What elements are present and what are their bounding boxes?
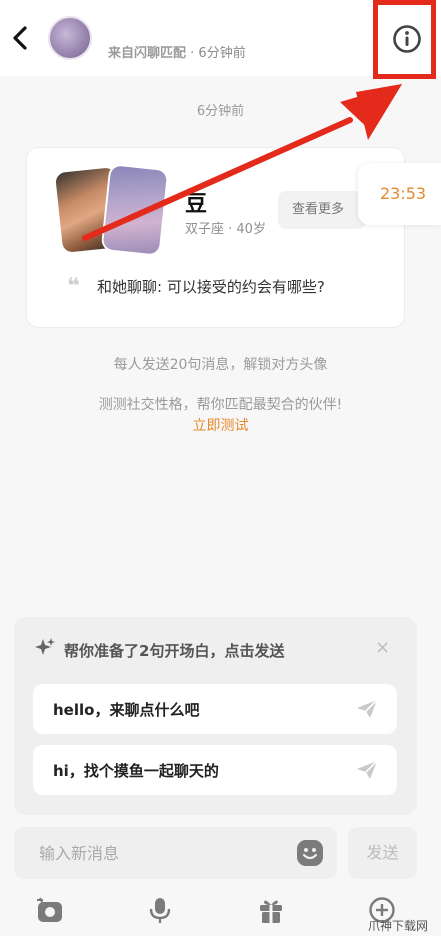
topic-question[interactable]: 和她聊聊: 可以接受的约会有哪些? xyxy=(97,276,325,297)
opener-panel: 帮你准备了2句开场白，点击发送 × hello，来聊点什么吧 hi，找个摸鱼一起… xyxy=(14,617,417,815)
watermark: 爪神下载网 xyxy=(368,919,429,933)
message-input[interactable] xyxy=(14,827,337,879)
source-label: 来自闪聊匹配 xyxy=(108,46,187,61)
suggestion-text: hi，找个摸鱼一起聊天的 xyxy=(53,762,219,780)
send-plane-icon[interactable] xyxy=(355,698,379,720)
emoji-icon[interactable] xyxy=(296,839,324,867)
suggestion-item[interactable]: hi，找个摸鱼一起聊天的 xyxy=(33,745,397,795)
info-button[interactable] xyxy=(373,0,436,79)
match-source: 来自闪聊匹配 · 6分钟前 xyxy=(108,42,246,61)
send-button[interactable]: 发送 xyxy=(348,827,417,879)
time-divider: 6分钟前 xyxy=(196,104,245,119)
info-icon xyxy=(393,25,421,53)
photo-icon[interactable] xyxy=(36,896,64,924)
back-icon[interactable] xyxy=(8,22,32,54)
match-photo[interactable] xyxy=(102,165,168,255)
close-icon[interactable]: × xyxy=(375,639,390,657)
time-ago: · 6分钟前 xyxy=(190,46,246,61)
opener-title: 帮你准备了2句开场白，点击发送 xyxy=(64,642,285,660)
send-plane-icon[interactable] xyxy=(355,759,379,781)
suggestion-item[interactable]: hello，来聊点什么吧 xyxy=(33,684,397,734)
suggestion-text: hello，来聊点什么吧 xyxy=(53,701,200,719)
view-more-button[interactable]: 查看更多 xyxy=(278,191,366,229)
side-time: 23:53 xyxy=(358,163,441,225)
match-name: 豆 xyxy=(185,192,208,217)
microphone-icon[interactable] xyxy=(146,896,174,924)
test-hint: 测测社交性格，帮你匹配最契合的伙伴! xyxy=(98,397,343,413)
take-test-link[interactable]: 立即测试 xyxy=(0,415,441,435)
gift-icon[interactable] xyxy=(257,896,285,924)
match-meta: 双子座 · 40岁 xyxy=(185,222,266,237)
profile-card[interactable]: 豆 双子座 · 40岁 查看更多 ❝ 和她聊聊: 可以接受的约会有哪些? xyxy=(26,147,405,328)
quote-icon: ❝ xyxy=(67,274,80,299)
unlock-hint: 每人发送20句消息，解锁对方头像 xyxy=(113,357,328,373)
avatar[interactable] xyxy=(48,16,92,60)
sparkle-icon xyxy=(35,638,55,655)
